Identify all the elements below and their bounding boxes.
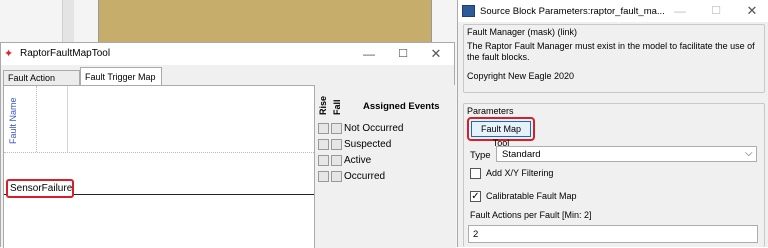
block-parameters-dialog: Source Block Parameters:raptor_fault_ma.… bbox=[457, 0, 768, 247]
type-selected-value: Standard bbox=[502, 149, 541, 160]
calibratable-fault-map-label[interactable]: Calibratable Fault Map bbox=[486, 191, 577, 201]
raptor-app-icon: ✦ bbox=[4, 48, 14, 60]
maximize-button[interactable]: ☐ bbox=[393, 45, 413, 63]
rise-checkbox[interactable] bbox=[318, 139, 329, 150]
chevron-down-icon: ⌵ bbox=[745, 148, 753, 159]
minimize-button[interactable]: — bbox=[670, 2, 690, 20]
grid-divider bbox=[4, 152, 314, 153]
fault-map-tool-window: ✦ RaptorFaultMapTool — ☐ ✕ Fault Action … bbox=[0, 42, 456, 248]
fall-checkbox[interactable] bbox=[331, 139, 342, 150]
dialog-title: Source Block Parameters:raptor_fault_ma.… bbox=[480, 6, 665, 17]
rise-checkbox[interactable] bbox=[318, 171, 329, 182]
fault-actions-per-fault-input[interactable] bbox=[468, 225, 758, 243]
type-dropdown[interactable]: Standard ⌵ bbox=[496, 146, 757, 162]
close-button[interactable]: ✕ bbox=[742, 2, 762, 20]
event-label: Occurred bbox=[344, 171, 386, 182]
window-title: RaptorFaultMapTool bbox=[20, 48, 111, 59]
mask-description-text: The Raptor Fault Manager must exist in t… bbox=[467, 41, 755, 62]
event-label: Suspected bbox=[344, 139, 392, 150]
minimize-button[interactable]: — bbox=[359, 45, 379, 63]
rise-column-header: Rise bbox=[318, 95, 328, 115]
rise-checkbox[interactable] bbox=[318, 155, 329, 166]
dialog-titlebar[interactable]: Source Block Parameters:raptor_fault_ma.… bbox=[458, 0, 768, 22]
table-row-label[interactable]: SensorFailure bbox=[10, 183, 72, 194]
tab-fault-action-map[interactable]: Fault Action Map bbox=[3, 70, 80, 98]
grid-divider bbox=[67, 86, 68, 152]
fault-map-tool-button[interactable]: Fault Map Tool bbox=[471, 121, 531, 148]
grid-divider bbox=[36, 86, 37, 152]
mask-description-header: Fault Manager (mask) (link) bbox=[467, 27, 578, 37]
tab-fault-trigger-map[interactable]: Fault Trigger Map bbox=[80, 67, 162, 86]
fault-map-tool-titlebar[interactable]: ✦ RaptorFaultMapTool — ☐ ✕ bbox=[1, 43, 454, 65]
add-xy-filtering-label[interactable]: Add X/Y Filtering bbox=[486, 168, 553, 178]
parameters-header: Parameters bbox=[467, 106, 514, 116]
fault-actions-per-fault-label: Fault Actions per Fault [Min: 2] bbox=[470, 210, 592, 220]
fall-column-header: Fall bbox=[332, 99, 342, 115]
fall-checkbox[interactable] bbox=[331, 155, 342, 166]
type-label: Type bbox=[470, 150, 491, 161]
event-label: Active bbox=[344, 155, 372, 166]
model-editor-scrollbar[interactable] bbox=[62, 0, 74, 42]
rise-checkbox[interactable] bbox=[318, 123, 329, 134]
event-label: Not Occurred bbox=[344, 123, 404, 134]
calibratable-fault-map-checkbox[interactable]: ✓ bbox=[470, 191, 481, 202]
simulink-block-icon bbox=[462, 5, 475, 17]
assigned-events-panel: Rise Fall Assigned Events Not Occurred S… bbox=[315, 85, 456, 248]
add-xy-filtering-checkbox[interactable] bbox=[470, 168, 481, 179]
assigned-events-header: Assigned Events bbox=[363, 101, 440, 112]
fault-manager-model-block[interactable] bbox=[98, 0, 432, 42]
maximize-button[interactable]: ☐ bbox=[706, 2, 726, 20]
fault-trigger-table: Fault Name SensorFailure bbox=[3, 85, 315, 248]
close-button[interactable]: ✕ bbox=[426, 45, 446, 63]
copyright-text: Copyright New Eagle 2020 bbox=[467, 71, 575, 81]
fall-checkbox[interactable] bbox=[331, 123, 342, 134]
fault-name-column-header[interactable]: Fault Name bbox=[8, 92, 22, 144]
fall-checkbox[interactable] bbox=[331, 171, 342, 182]
